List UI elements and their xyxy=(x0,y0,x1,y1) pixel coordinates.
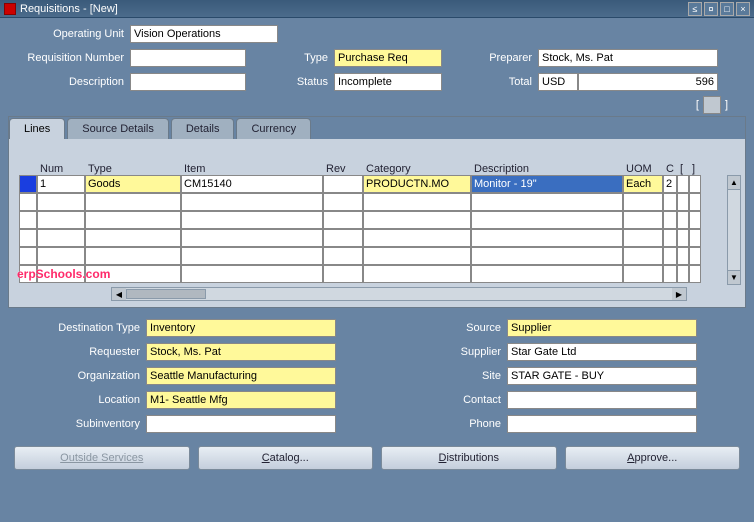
grid-vscroll[interactable]: ▲ ▼ xyxy=(727,175,741,285)
req-number-field[interactable] xyxy=(130,49,246,67)
subinventory-field[interactable] xyxy=(146,415,336,433)
cell-qty[interactable]: 2 xyxy=(663,175,677,193)
tab-strip: Lines Source Details Details Currency xyxy=(9,117,745,139)
row-indicator[interactable] xyxy=(19,229,37,247)
tab-currency[interactable]: Currency xyxy=(236,118,311,139)
cell-category[interactable]: PRODUCTN.MO xyxy=(363,175,471,193)
minimize-button[interactable]: ≤ xyxy=(688,2,702,16)
req-number-label: Requisition Number xyxy=(8,52,130,64)
organization-label: Organization xyxy=(16,370,146,382)
descriptive-flexfield[interactable] xyxy=(703,96,721,114)
destination-type-field[interactable] xyxy=(146,319,336,337)
col-uom: UOM xyxy=(623,157,663,175)
total-value-field[interactable] xyxy=(578,73,718,91)
source-field[interactable] xyxy=(507,319,697,337)
subinventory-label: Subinventory xyxy=(16,418,146,430)
location-label: Location xyxy=(16,394,146,406)
phone-label: Phone xyxy=(377,418,507,430)
col-flex-open: [ xyxy=(677,157,689,175)
status-label: Status xyxy=(246,76,334,88)
close-button[interactable]: × xyxy=(736,2,750,16)
hscroll-thumb[interactable] xyxy=(126,289,206,299)
col-qty: C xyxy=(663,157,677,175)
maximize-button[interactable]: □ xyxy=(720,2,734,16)
watermark: erpSchools.com xyxy=(17,267,110,281)
cell-flex2[interactable] xyxy=(689,175,701,193)
col-type: Type xyxy=(85,157,181,175)
grid-row-empty[interactable] xyxy=(19,265,735,283)
description-label: Description xyxy=(8,76,130,88)
button-bar: Outside Services Catalog... Distribution… xyxy=(0,436,754,470)
hscroll-left-icon[interactable]: ◀ xyxy=(112,288,126,300)
catalog-button[interactable]: Catalog... xyxy=(198,446,374,470)
cell-type[interactable]: Goods xyxy=(85,175,181,193)
preparer-label: Preparer xyxy=(442,52,538,64)
type-field[interactable] xyxy=(334,49,442,67)
grid-row[interactable]: 1 Goods CM15140 PRODUCTN.MO Monitor - 19… xyxy=(19,175,735,193)
grid-row-empty[interactable] xyxy=(19,247,735,265)
phone-field[interactable] xyxy=(507,415,697,433)
oracle-icon xyxy=(4,3,16,15)
requester-label: Requester xyxy=(16,346,146,358)
total-label: Total xyxy=(442,76,538,88)
col-num: Num xyxy=(37,157,85,175)
distributions-button[interactable]: Distributions xyxy=(381,446,557,470)
operating-unit-field[interactable] xyxy=(130,25,278,43)
flex-bracket-close: ] xyxy=(725,99,728,111)
row-indicator[interactable] xyxy=(19,247,37,265)
window-title: Requisitions - [New] xyxy=(20,3,688,15)
contact-field[interactable] xyxy=(507,391,697,409)
site-field[interactable] xyxy=(507,367,697,385)
cell-num[interactable]: 1 xyxy=(37,175,85,193)
supplier-field[interactable] xyxy=(507,343,697,361)
total-currency-field[interactable] xyxy=(538,73,578,91)
col-flex-close: ] xyxy=(689,157,701,175)
hscroll-right-icon[interactable]: ▶ xyxy=(672,288,686,300)
col-category: Category xyxy=(363,157,471,175)
supplier-label: Supplier xyxy=(377,346,507,358)
vscroll-down-icon[interactable]: ▼ xyxy=(728,270,740,284)
grid-row-empty[interactable] xyxy=(19,211,735,229)
row-indicator[interactable] xyxy=(19,175,37,193)
flex-bracket-open: [ xyxy=(696,99,699,111)
restore-button[interactable]: ¤ xyxy=(704,2,718,16)
organization-field[interactable] xyxy=(146,367,336,385)
outside-services-button[interactable]: Outside Services xyxy=(14,446,190,470)
destination-type-label: Destination Type xyxy=(16,322,146,334)
approve-button[interactable]: Approve... xyxy=(565,446,741,470)
contact-label: Contact xyxy=(377,394,507,406)
preparer-field[interactable] xyxy=(538,49,718,67)
vscroll-up-icon[interactable]: ▲ xyxy=(728,176,740,190)
cell-rev[interactable] xyxy=(323,175,363,193)
requester-field[interactable] xyxy=(146,343,336,361)
cell-flex[interactable] xyxy=(677,175,689,193)
tab-lines[interactable]: Lines xyxy=(9,118,65,139)
lines-region: Lines Source Details Details Currency Nu… xyxy=(8,116,746,308)
grid-row-empty[interactable] xyxy=(19,193,735,211)
operating-unit-label: Operating Unit xyxy=(8,28,130,40)
title-bar: Requisitions - [New] ≤ ¤ □ × xyxy=(0,0,754,18)
grid-hscroll[interactable]: ◀ ▶ xyxy=(111,287,687,301)
lines-grid: Num Type Item Rev Category Description U… xyxy=(9,139,745,307)
site-label: Site xyxy=(377,370,507,382)
cell-description[interactable]: Monitor - 19" xyxy=(471,175,623,193)
col-item: Item xyxy=(181,157,323,175)
status-field[interactable] xyxy=(334,73,442,91)
location-field[interactable] xyxy=(146,391,336,409)
description-field[interactable] xyxy=(130,73,246,91)
cell-uom[interactable]: Each xyxy=(623,175,663,193)
cell-item[interactable]: CM15140 xyxy=(181,175,323,193)
grid-header: Num Type Item Rev Category Description U… xyxy=(19,157,735,175)
col-rev: Rev xyxy=(323,157,363,175)
row-indicator[interactable] xyxy=(19,211,37,229)
source-label: Source xyxy=(377,322,507,334)
tab-details[interactable]: Details xyxy=(171,118,235,139)
tab-source-details[interactable]: Source Details xyxy=(67,118,169,139)
grid-row-empty[interactable] xyxy=(19,229,735,247)
type-label: Type xyxy=(246,52,334,64)
line-detail: Destination Type Requester Organization … xyxy=(0,308,754,436)
header-form: Operating Unit Requisition Number Type P… xyxy=(0,18,754,116)
row-indicator[interactable] xyxy=(19,193,37,211)
col-description: Description xyxy=(471,157,623,175)
